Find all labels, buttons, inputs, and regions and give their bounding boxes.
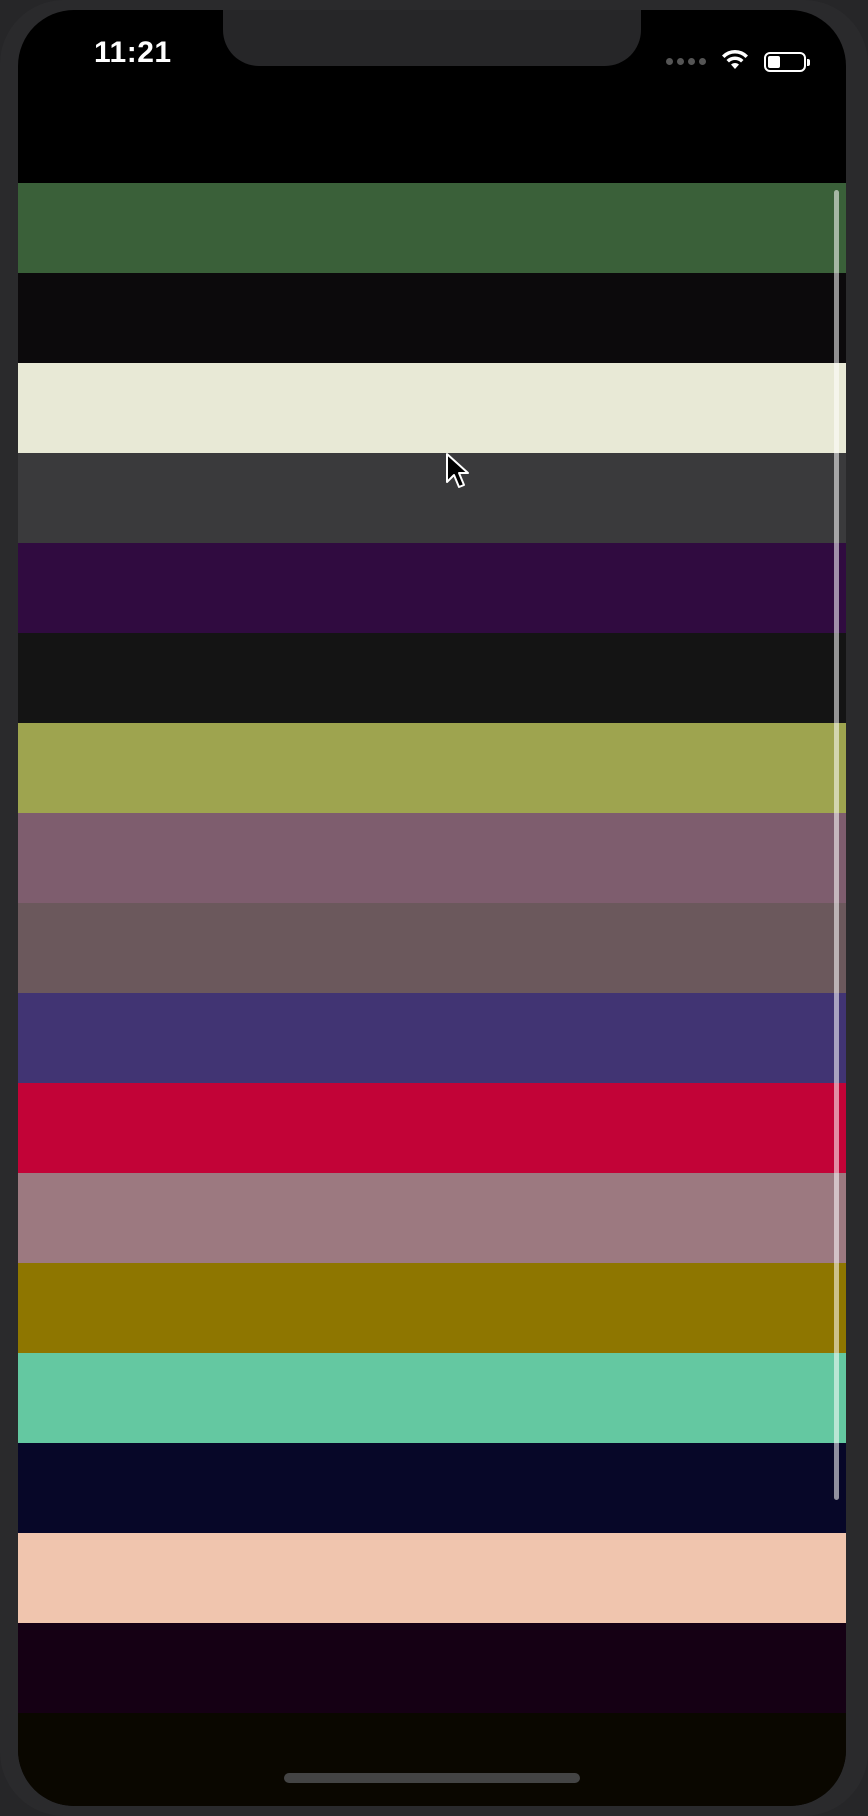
list-item[interactable] bbox=[18, 633, 846, 723]
list-item[interactable] bbox=[18, 903, 846, 993]
list-item[interactable] bbox=[18, 273, 846, 363]
bottom-safe-area bbox=[18, 1713, 846, 1806]
screen: 11:21 bbox=[18, 10, 846, 1806]
wifi-icon bbox=[720, 48, 750, 75]
scrollbar[interactable] bbox=[834, 190, 839, 1500]
list-item[interactable] bbox=[18, 723, 846, 813]
list-item[interactable] bbox=[18, 993, 846, 1083]
home-indicator[interactable] bbox=[284, 1773, 580, 1783]
battery-icon bbox=[764, 51, 810, 72]
list-item[interactable] bbox=[18, 453, 846, 543]
list-item[interactable] bbox=[18, 363, 846, 453]
notch bbox=[223, 10, 641, 66]
status-indicators bbox=[666, 48, 810, 75]
mouse-cursor-icon bbox=[446, 453, 469, 488]
status-time: 11:21 bbox=[94, 36, 172, 69]
cellular-signal-icon bbox=[666, 58, 706, 65]
list-item[interactable] bbox=[18, 1533, 846, 1623]
list-item[interactable] bbox=[18, 1263, 846, 1353]
device-frame: 11:21 bbox=[0, 0, 868, 1816]
list-item[interactable] bbox=[18, 1443, 846, 1533]
list-item[interactable] bbox=[18, 183, 846, 273]
list-item[interactable] bbox=[18, 1083, 846, 1173]
list-item[interactable] bbox=[18, 543, 846, 633]
list-item[interactable] bbox=[18, 1353, 846, 1443]
color-stripe-list[interactable] bbox=[18, 183, 846, 1713]
list-item[interactable] bbox=[18, 1173, 846, 1263]
list-item[interactable] bbox=[18, 1623, 846, 1713]
list-item[interactable] bbox=[18, 813, 846, 903]
